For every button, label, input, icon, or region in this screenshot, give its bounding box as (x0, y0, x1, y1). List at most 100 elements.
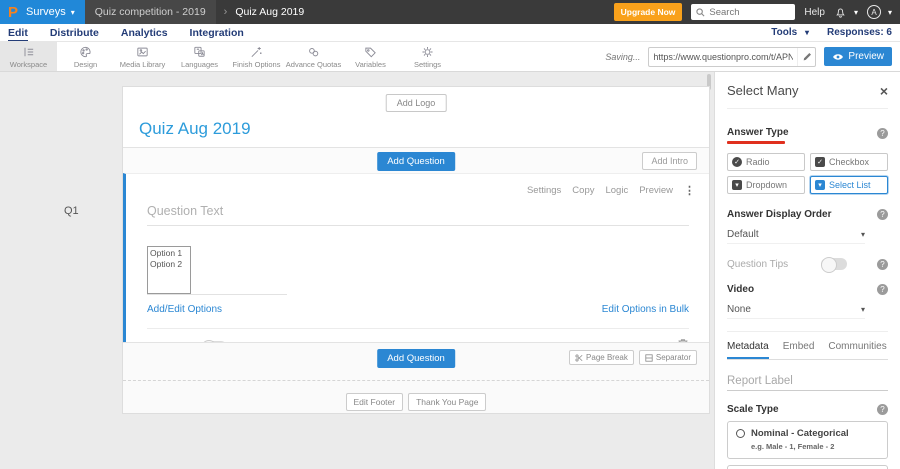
saving-status: Saving... (605, 51, 641, 62)
separator-button[interactable]: Separator (638, 350, 697, 365)
pencil-icon (803, 52, 811, 60)
question-tips-toggle[interactable] (821, 257, 847, 273)
chevron-down-icon: ▾ (804, 28, 809, 37)
editor-toolbar: Workspace Design Media Library Languages… (0, 42, 900, 72)
help-icon[interactable]: ? (877, 209, 888, 220)
chevron-down-icon: ▾ (887, 7, 892, 17)
toolbar-design[interactable]: Design (57, 42, 114, 71)
report-label-input[interactable] (727, 372, 888, 391)
global-search[interactable] (691, 4, 796, 20)
edit-options-in-bulk-link[interactable]: Edit Options in Bulk (602, 304, 689, 315)
survey-header-section: Add Logo Quiz Aug 2019 (123, 87, 709, 147)
surveys-menu[interactable]: P Surveys ▾ (0, 0, 85, 24)
toolbar-advance-quotas[interactable]: Advance Quotas (285, 42, 342, 71)
answer-display-order-label: Answer Display Order (727, 209, 832, 220)
video-select[interactable]: None ▾ (727, 304, 865, 319)
question-block[interactable]: Settings Copy Logic Preview ⋮ Question T… (123, 173, 709, 356)
survey-footer-section: Edit Footer Thank You Page (123, 380, 709, 413)
select-list-preview[interactable]: Option 1 Option 2 (147, 246, 191, 294)
option-item: Option 2 (150, 258, 183, 269)
question-settings-link[interactable]: Settings (527, 185, 561, 196)
tools-menu[interactable]: Tools ▾ (771, 27, 809, 38)
toolbar-settings[interactable]: Settings (399, 42, 456, 71)
thank-you-page-button[interactable]: Thank You Page (408, 393, 487, 411)
help-icon[interactable]: ? (877, 258, 888, 270)
dropdown-icon: ▾ (732, 180, 742, 190)
add-intro-button[interactable]: Add Intro (642, 152, 697, 170)
help-icon[interactable]: ? (877, 404, 888, 415)
image-icon (137, 47, 148, 56)
add-logo-button[interactable]: Add Logo (385, 94, 447, 112)
chevron-down-icon: ▾ (853, 7, 858, 17)
help-link[interactable]: Help (804, 7, 825, 18)
add-question-button-bottom[interactable]: Add Question (377, 349, 455, 368)
search-input[interactable] (709, 6, 790, 18)
work-area: Q1 Add Logo Quiz Aug 2019 Add Question A… (0, 72, 900, 469)
radio-icon: ✓ (732, 157, 742, 167)
upgrade-now-button[interactable]: Upgrade Now (613, 3, 683, 21)
survey-url-field (648, 46, 817, 67)
question-logic-link[interactable]: Logic (605, 185, 628, 196)
breadcrumb-current: Quiz Aug 2019 (235, 6, 305, 18)
answer-display-order-select[interactable]: Default ▾ (727, 229, 865, 244)
eye-icon (833, 53, 844, 60)
questionpro-survey-editor: P Surveys ▾ Quiz competition - 2019 › Qu… (0, 0, 900, 469)
tab-analytics[interactable]: Analytics (121, 25, 168, 40)
answer-type-dropdown[interactable]: ▾ Dropdown (727, 176, 805, 194)
quota-links-icon (309, 47, 319, 56)
edit-footer-button[interactable]: Edit Footer (345, 393, 404, 411)
answer-type-checkbox[interactable]: ✓ Checkbox (810, 153, 888, 171)
search-icon (696, 7, 705, 16)
breadcrumb-parent[interactable]: Quiz competition - 2019 (84, 0, 216, 24)
checkbox-icon: ✓ (815, 157, 825, 167)
panel-tabs: Metadata Embed Communities (727, 334, 888, 360)
notifications-menu[interactable]: ▾ (834, 6, 858, 19)
breadcrumb-separator: › (223, 6, 228, 18)
responses-count[interactable]: Responses: 6 (827, 27, 892, 38)
scale-option-nominal-numeric[interactable]: Nominal - Numeric e.g. Number of cars (1… (727, 465, 888, 469)
chevron-down-icon: ▾ (860, 230, 865, 239)
question-copy-link[interactable]: Copy (572, 185, 594, 196)
toolbar-variables[interactable]: Variables (342, 42, 399, 71)
tab-distribute[interactable]: Distribute (50, 25, 99, 40)
radio-icon (736, 429, 745, 438)
tab-communities[interactable]: Communities (828, 334, 886, 359)
video-label: Video (727, 284, 755, 295)
add-question-button-top[interactable]: Add Question (377, 152, 455, 171)
question-settings-panel: Select Many × Answer Type ? ✓ Radio ✓ Ch… (714, 72, 900, 469)
add-question-strip-top: Add Question Add Intro (123, 147, 709, 173)
page-break-button[interactable]: Page Break (569, 350, 634, 365)
question-preview-link[interactable]: Preview (639, 185, 673, 196)
edit-url-button[interactable] (797, 47, 815, 66)
tab-metadata[interactable]: Metadata (727, 334, 769, 359)
toolbar-languages[interactable]: Languages (171, 42, 228, 71)
more-options-icon[interactable]: ⋮ (684, 184, 695, 197)
toolbar-finish-options[interactable]: Finish Options (228, 42, 285, 71)
question-text-input[interactable]: Question Text (147, 204, 689, 226)
survey-url-input[interactable] (649, 51, 798, 62)
tab-edit[interactable]: Edit (8, 25, 28, 41)
account-menu[interactable]: A ▾ (866, 5, 892, 19)
toolbar-workspace[interactable]: Workspace (0, 42, 57, 71)
add-question-strip-bottom: Add Question Page Break Separator (123, 342, 709, 380)
toolbar-media-library[interactable]: Media Library (114, 42, 171, 71)
question-number: Q1 (64, 205, 79, 217)
tab-embed[interactable]: Embed (783, 334, 815, 359)
add-edit-options-link[interactable]: Add/Edit Options (147, 304, 222, 315)
scale-option-nominal-categorical[interactable]: Nominal - Categorical e.g. Male - 1, Fem… (727, 421, 888, 459)
workspace-icon (24, 47, 34, 56)
help-icon[interactable]: ? (877, 284, 888, 295)
answer-type-label: Answer Type (727, 127, 789, 138)
answer-type-select-list[interactable]: ▾ Select List (810, 176, 888, 194)
preview-button[interactable]: Preview (824, 47, 892, 66)
tab-integration[interactable]: Integration (190, 25, 244, 40)
close-icon[interactable]: × (880, 84, 888, 98)
options-list-wrap: Option 1 Option 2 (147, 246, 287, 295)
option-item: Option 1 (150, 248, 183, 258)
help-icon[interactable]: ? (877, 127, 888, 139)
answer-type-radio[interactable]: ✓ Radio (727, 153, 805, 171)
survey-title[interactable]: Quiz Aug 2019 (139, 119, 251, 139)
survey-canvas: Add Logo Quiz Aug 2019 Add Question Add … (122, 86, 710, 414)
top-header: P Surveys ▾ Quiz competition - 2019 › Qu… (0, 0, 900, 24)
surveys-label: Surveys (26, 6, 66, 18)
